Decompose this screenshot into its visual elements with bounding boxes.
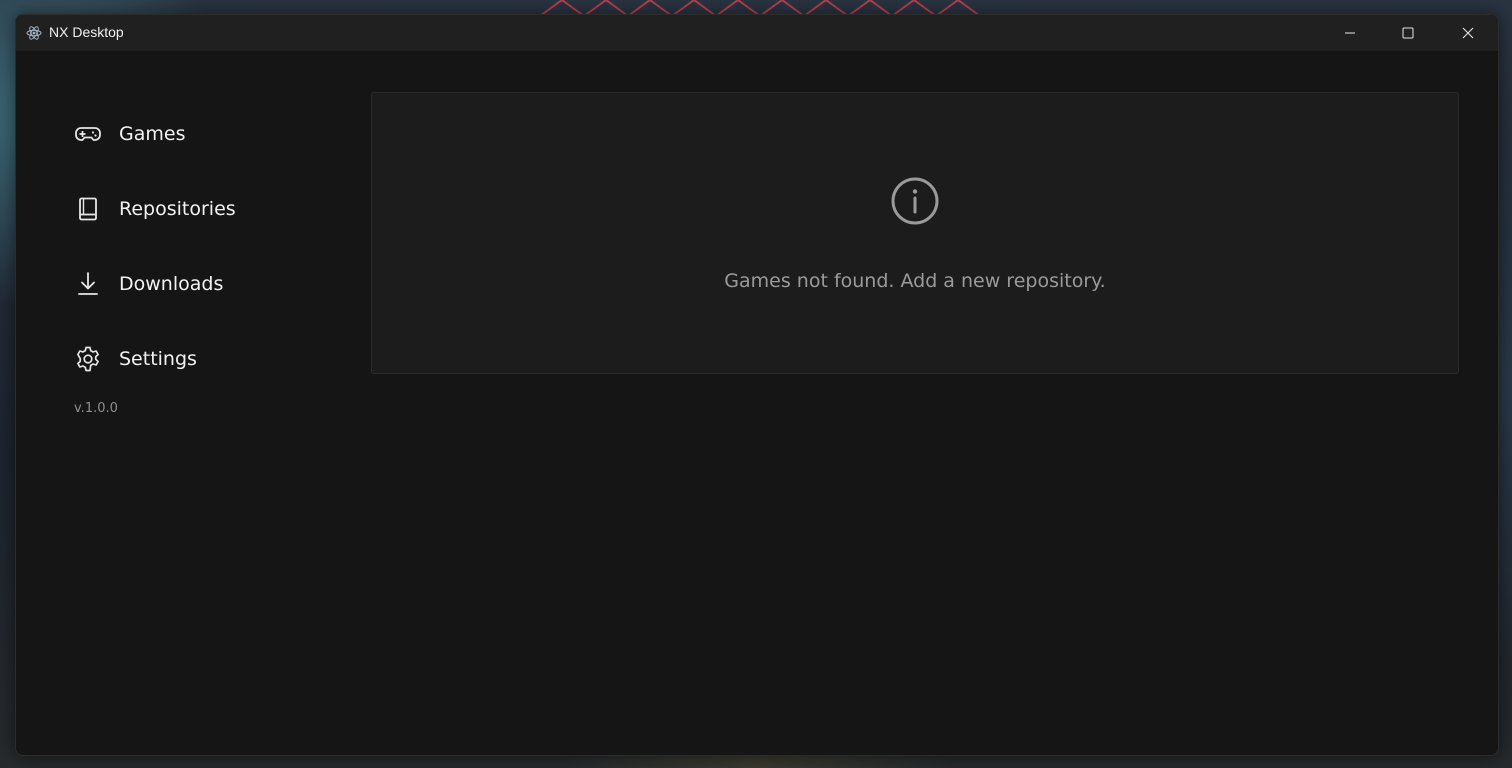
sidebar-item-label: Downloads (119, 273, 224, 295)
title-bar[interactable]: NX Desktop (16, 15, 1498, 51)
empty-state-card: Games not found. Add a new repository. (371, 92, 1459, 374)
maximize-button[interactable] (1379, 15, 1437, 51)
app-window: NX Desktop Games Repositories Downloads … (15, 14, 1499, 756)
app-version: v.1.0.0 (74, 401, 118, 416)
gamepad-icon (73, 119, 103, 149)
maximize-icon (1402, 27, 1414, 39)
book-icon (73, 194, 103, 224)
sidebar-item-label: Games (119, 123, 186, 145)
info-circle-icon (891, 177, 939, 225)
sidebar-item-settings[interactable]: Settings (73, 339, 323, 379)
gear-icon (73, 344, 103, 374)
close-icon (1462, 27, 1474, 39)
close-button[interactable] (1439, 15, 1497, 51)
sidebar: Games Repositories Downloads Settings v.… (16, 51, 356, 755)
sidebar-item-label: Repositories (119, 198, 236, 220)
minimize-icon (1345, 32, 1355, 34)
minimize-button[interactable] (1321, 15, 1379, 51)
download-icon (73, 269, 103, 299)
window-title: NX Desktop (49, 24, 124, 40)
empty-state-message: Games not found. Add a new repository. (724, 270, 1106, 292)
sidebar-item-repositories[interactable]: Repositories (73, 189, 323, 229)
sidebar-item-downloads[interactable]: Downloads (73, 264, 323, 304)
sidebar-item-label: Settings (119, 348, 197, 370)
electron-logo-icon (26, 25, 42, 41)
sidebar-item-games[interactable]: Games (73, 114, 323, 154)
